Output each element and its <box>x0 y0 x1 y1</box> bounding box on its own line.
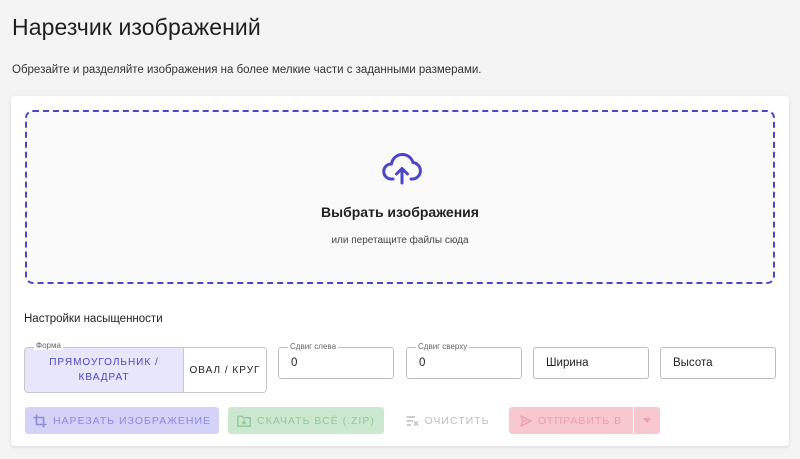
shape-legend: Форма <box>34 341 63 350</box>
settings-title: Настройки насыщенности <box>24 313 163 325</box>
page-subtitle: Обрезайте и разделяйте изображения на бо… <box>12 64 482 76</box>
slice-image-label: Нарезать изображение <box>52 414 212 427</box>
shape-oval-option[interactable]: Овал / круг <box>184 348 266 392</box>
slice-image-button[interactable]: Нарезать изображение <box>25 407 219 434</box>
caret-down-icon <box>643 418 651 423</box>
width-field[interactable] <box>533 347 649 379</box>
height-field[interactable] <box>660 347 776 379</box>
download-zip-button[interactable]: Скачать всё (.zip) <box>228 407 384 434</box>
offset-top-field[interactable]: Сдвиг сверху 0 <box>406 342 522 379</box>
offset-left-field[interactable]: Сдвиг слева 0 <box>278 342 394 379</box>
cloud-upload-icon <box>382 152 422 185</box>
offset-left-label: Сдвиг слева <box>288 342 339 351</box>
dropzone-hint: или перетащите файлы сюда <box>331 235 469 246</box>
send-to-label: Отправить в <box>537 414 623 427</box>
shape-toggle-group: Форма Прямоугольник / квадрат Овал / кру… <box>24 341 267 393</box>
clear-label: Очистить <box>424 414 490 427</box>
slicer-card: Выбрать изображения или перетащите файлы… <box>11 96 789 446</box>
download-zip-label: Скачать всё (.zip) <box>257 414 375 427</box>
dropzone-title[interactable]: Выбрать изображения <box>27 204 773 220</box>
image-dropzone[interactable]: Выбрать изображения или перетащите файлы… <box>25 110 775 284</box>
page-title: Нарезчик изображений <box>12 14 261 40</box>
offset-top-value[interactable]: 0 <box>419 357 425 369</box>
clear-list-icon <box>406 415 418 426</box>
send-to-button[interactable]: Отправить в <box>509 407 633 434</box>
clear-button[interactable]: Очистить <box>394 407 501 434</box>
crop-icon <box>33 414 47 427</box>
folder-download-icon <box>237 415 252 427</box>
offset-left-value[interactable]: 0 <box>291 357 297 369</box>
shape-rectangle-option[interactable]: Прямоугольник / квадрат <box>25 348 184 392</box>
width-input[interactable] <box>534 348 648 378</box>
height-input[interactable] <box>661 348 775 378</box>
send-to-dropdown-button[interactable] <box>634 407 660 434</box>
offset-top-label: Сдвиг сверху <box>416 342 470 351</box>
send-icon <box>520 414 532 427</box>
